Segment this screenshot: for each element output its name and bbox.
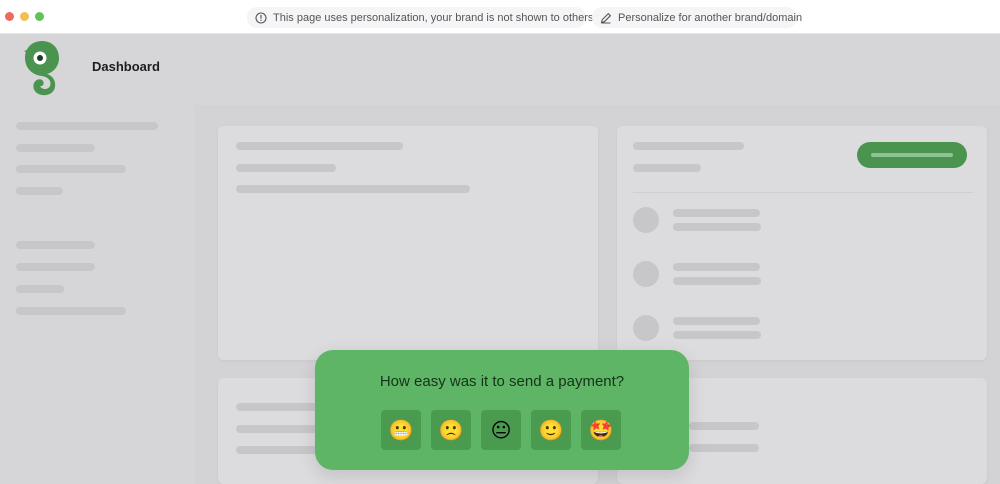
rating-options: 😬 🙁 😐 🙂 🤩 bbox=[381, 410, 623, 450]
button-skeleton-label bbox=[871, 153, 953, 157]
list-skeleton-line bbox=[673, 263, 760, 271]
survey-question: How easy was it to send a payment? bbox=[379, 373, 625, 390]
rating-option-1[interactable]: 😬 bbox=[381, 410, 421, 450]
sidebar-skeleton-line bbox=[16, 122, 158, 130]
neutral-face-icon: 😐 bbox=[490, 419, 512, 442]
sidebar-skeleton-line bbox=[16, 165, 126, 173]
card-skeleton-line bbox=[633, 142, 744, 150]
primary-action-button[interactable] bbox=[857, 142, 967, 168]
sidebar-skeleton-line bbox=[16, 144, 95, 152]
list-skeleton-line bbox=[673, 209, 760, 217]
rating-option-3[interactable]: 😐 bbox=[481, 410, 521, 450]
card-skeleton-line bbox=[689, 444, 759, 452]
sidebar-skeleton-line bbox=[16, 241, 95, 249]
card-skeleton-line bbox=[236, 185, 470, 193]
pencil-icon bbox=[600, 12, 612, 23]
avatar-placeholder bbox=[633, 315, 659, 341]
card-skeleton-line bbox=[633, 164, 701, 172]
window-minimize-button[interactable] bbox=[20, 12, 29, 21]
avatar-placeholder bbox=[633, 207, 659, 233]
card-skeleton-line bbox=[236, 142, 403, 150]
list-skeleton-line bbox=[673, 317, 760, 325]
list-skeleton-line bbox=[673, 331, 761, 339]
star-struck-face-icon: 🤩 bbox=[588, 419, 614, 442]
content-card bbox=[218, 126, 598, 360]
sidebar-skeleton-line bbox=[16, 307, 126, 315]
grimacing-face-icon: 😬 bbox=[388, 419, 414, 442]
sidebar-skeleton-line bbox=[16, 263, 95, 271]
divider bbox=[633, 192, 973, 193]
sidebar-skeleton-line bbox=[16, 285, 64, 293]
slightly-smiling-face-icon: 🙂 bbox=[538, 419, 564, 442]
page-title: Dashboard bbox=[92, 59, 160, 74]
info-circle-icon bbox=[255, 11, 267, 24]
card-skeleton-line bbox=[236, 164, 336, 172]
personalization-notice[interactable]: This page uses personalization, your bra… bbox=[247, 7, 607, 28]
personalize-brand-button[interactable]: Personalize for another brand/domain bbox=[592, 7, 802, 28]
slightly-frowning-face-icon: 🙁 bbox=[438, 419, 464, 442]
personalization-notice-text: This page uses personalization, your bra… bbox=[273, 11, 594, 24]
payment-survey-popup: How easy was it to send a payment? 😬 🙁 😐… bbox=[315, 350, 689, 470]
sidebar-skeleton-line bbox=[16, 187, 63, 195]
window-close-button[interactable] bbox=[5, 12, 14, 21]
rating-option-2[interactable]: 🙁 bbox=[431, 410, 471, 450]
list-skeleton-line bbox=[673, 223, 761, 231]
rating-option-5[interactable]: 🤩 bbox=[581, 410, 621, 450]
rating-option-4[interactable]: 🙂 bbox=[531, 410, 571, 450]
card-skeleton-line bbox=[689, 422, 759, 430]
browser-toolbar: This page uses personalization, your bra… bbox=[0, 0, 1000, 34]
chameleon-logo-icon[interactable] bbox=[22, 39, 62, 96]
list-skeleton-line bbox=[673, 277, 761, 285]
personalize-brand-label: Personalize for another brand/domain bbox=[618, 11, 803, 24]
window-maximize-button[interactable] bbox=[35, 12, 44, 21]
avatar-placeholder bbox=[633, 261, 659, 287]
